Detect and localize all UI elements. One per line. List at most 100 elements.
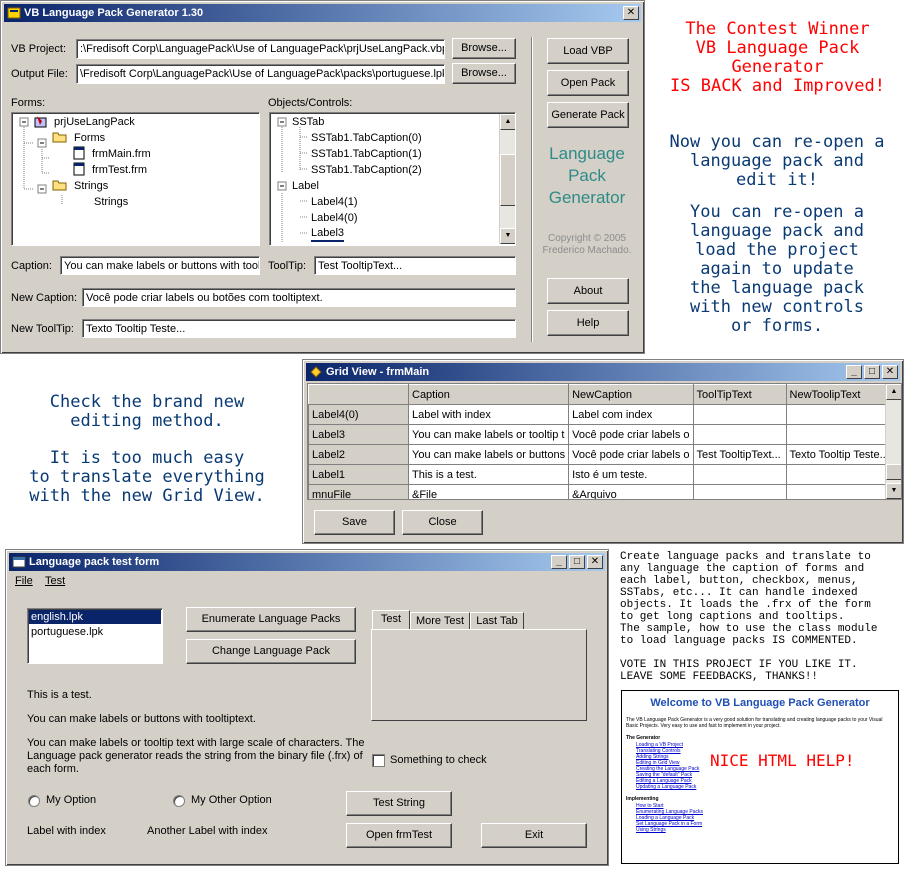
scroll-thumb[interactable] [500,154,515,206]
tab-test[interactable]: Test [372,610,410,630]
output-file-field[interactable]: \Fredisoft Corp\LanguagePack\Use of Lang… [76,64,445,84]
list-item[interactable]: english.lpk [29,610,161,624]
grid-column-header[interactable]: ToolTipText [692,384,787,405]
test-string-button[interactable]: Test String [346,791,452,816]
label-test: This is a test. [27,689,92,701]
tree-item-label4-1[interactable]: Label4(1) [311,194,357,210]
grid-cell[interactable]: You can make labels or buttons [407,444,570,465]
menu-test[interactable]: Test [45,575,65,587]
scroll-down-icon[interactable]: ▼ [500,228,515,244]
tree-item-label[interactable]: Label [292,178,319,194]
grid-cell[interactable] [692,424,787,445]
grid-cell[interactable]: You can make labels or tooltip t [407,424,570,445]
maximize-icon[interactable]: □ [864,365,880,379]
grid-cell[interactable] [785,484,894,499]
language-list[interactable]: english.lpk portuguese.lpk [27,608,163,664]
enumerate-packs-button[interactable]: Enumerate Language Packs [186,607,356,632]
grid-cell[interactable]: Label with index [407,404,570,425]
something-checkbox[interactable] [372,754,385,767]
tooltip-field[interactable]: Test TooltipText... [314,256,516,275]
close-button[interactable]: Close [402,510,483,535]
grid-row-name[interactable]: Label4(0) [308,404,409,425]
copyright-line: Copyright © 2005 [548,233,626,244]
menu-file[interactable]: File [15,575,33,587]
my-option-radio[interactable] [28,795,40,807]
tree-item-forms[interactable]: Forms [74,130,105,146]
my-other-option-radio[interactable] [173,795,185,807]
scroll-down-icon[interactable]: ▼ [886,483,901,499]
objects-tree[interactable]: SSTab SSTab1.TabCaption(0) SSTab1.TabCap… [269,112,516,246]
generate-pack-button[interactable]: Generate Pack [547,102,629,128]
grid-cell[interactable]: Isto é um teste. [568,464,694,485]
tab-last-tab[interactable]: Last Tab [470,612,524,630]
help-link[interactable]: Updating a Language Pack [636,784,898,790]
close-icon[interactable]: ✕ [587,555,603,569]
grid-scrollbar[interactable]: ▲ ▼ [885,384,901,499]
help-link[interactable]: Using Strings [636,827,898,833]
grid-cell[interactable]: &Arquivo [568,484,694,499]
tree-item-project[interactable]: prjUseLangPack [54,114,135,130]
tree-item-tabcaption-1[interactable]: SSTab1.TabCaption(1) [311,146,422,162]
minimize-icon[interactable]: _ [846,365,862,379]
grid-cell[interactable]: Test TooltipText... [692,444,787,465]
scroll-up-icon[interactable]: ▲ [500,114,515,130]
forms-tree[interactable]: prjUseLangPack Forms frmMain.frm frmTest… [11,112,260,246]
tree-item-label4-0[interactable]: Label4(0) [311,210,357,226]
grid-cell[interactable]: &File [407,484,570,499]
grid-cell[interactable] [692,484,787,499]
grid-column-header[interactable]: NewToolipText [785,384,894,405]
close-icon[interactable]: ✕ [623,6,639,20]
grid-row-name[interactable]: Label3 [308,424,409,445]
tree-item-frmmain[interactable]: frmMain.frm [92,146,151,162]
checkbox-label[interactable]: Something to check [390,754,487,766]
open-pack-button[interactable]: Open Pack [547,70,629,96]
close-icon[interactable]: ✕ [882,365,898,379]
change-pack-button[interactable]: Change Language Pack [186,639,356,664]
help-button[interactable]: Help [547,310,629,336]
grid-cell[interactable]: Você pode criar labels o [568,444,694,465]
my-other-option-label[interactable]: My Other Option [191,794,272,806]
scroll-up-icon[interactable]: ▲ [886,384,901,400]
description-line: SSTabs, etc... It can handle indexed [620,587,858,599]
scroll-thumb[interactable] [886,464,901,480]
grid-cell[interactable] [785,464,894,485]
tree-item-strings[interactable]: Strings [94,194,128,210]
tab-more-test[interactable]: More Test [410,612,470,630]
maximize-icon[interactable]: □ [569,555,585,569]
tree-item-tabcaption-0[interactable]: SSTab1.TabCaption(0) [311,130,422,146]
grid-row-name[interactable]: Label2 [308,444,409,465]
grid-cell[interactable]: Label com index [568,404,694,425]
vb-project-field[interactable]: :\Fredisoft Corp\LanguagePack\Use of Lan… [76,39,445,59]
browse-output-button[interactable]: Browse... [452,63,516,84]
grid-column-header[interactable]: Caption [407,384,570,405]
grid-row-name[interactable]: mnuFile [308,484,409,499]
grid-column-header[interactable]: NewCaption [568,384,694,405]
minimize-icon[interactable]: _ [551,555,567,569]
grid-row-name[interactable]: Label1 [308,464,409,485]
objects-scrollbar[interactable]: ▲ ▼ [499,114,515,244]
grid-cell[interactable] [692,464,787,485]
grid-cell[interactable]: Texto Tooltip Teste... [785,444,894,465]
grid-cell[interactable] [785,404,894,425]
new-caption-field[interactable]: Você pode criar labels ou botões com too… [82,288,516,307]
tree-item-sstab[interactable]: SSTab [292,114,324,130]
grid-cell[interactable]: Você pode criar labels o [568,424,694,445]
tree-item-frmtest[interactable]: frmTest.frm [92,162,147,178]
save-button[interactable]: Save [314,510,395,535]
my-option-label[interactable]: My Option [46,794,96,806]
about-button[interactable]: About [547,278,629,304]
caption-field[interactable]: You can make labels or buttons with tool… [60,256,260,275]
tree-item-label3[interactable]: Label3 [311,226,345,242]
tree-item-strings-folder[interactable]: Strings [74,178,108,194]
exit-button[interactable]: Exit [481,823,587,848]
list-item[interactable]: portuguese.lpk [28,625,162,639]
browse-project-button[interactable]: Browse... [452,38,516,59]
grid-cell[interactable] [692,404,787,425]
grid-cell[interactable]: This is a test. [407,464,570,485]
load-vbp-button[interactable]: Load VBP [547,38,629,64]
new-tooltip-field[interactable]: Texto Tooltip Teste... [82,319,516,338]
tree-item-tabcaption-2[interactable]: SSTab1.TabCaption(2) [311,162,422,178]
tree-lines [19,117,63,205]
open-frmtest-button[interactable]: Open frmTest [346,823,452,848]
grid-cell[interactable] [785,424,894,445]
